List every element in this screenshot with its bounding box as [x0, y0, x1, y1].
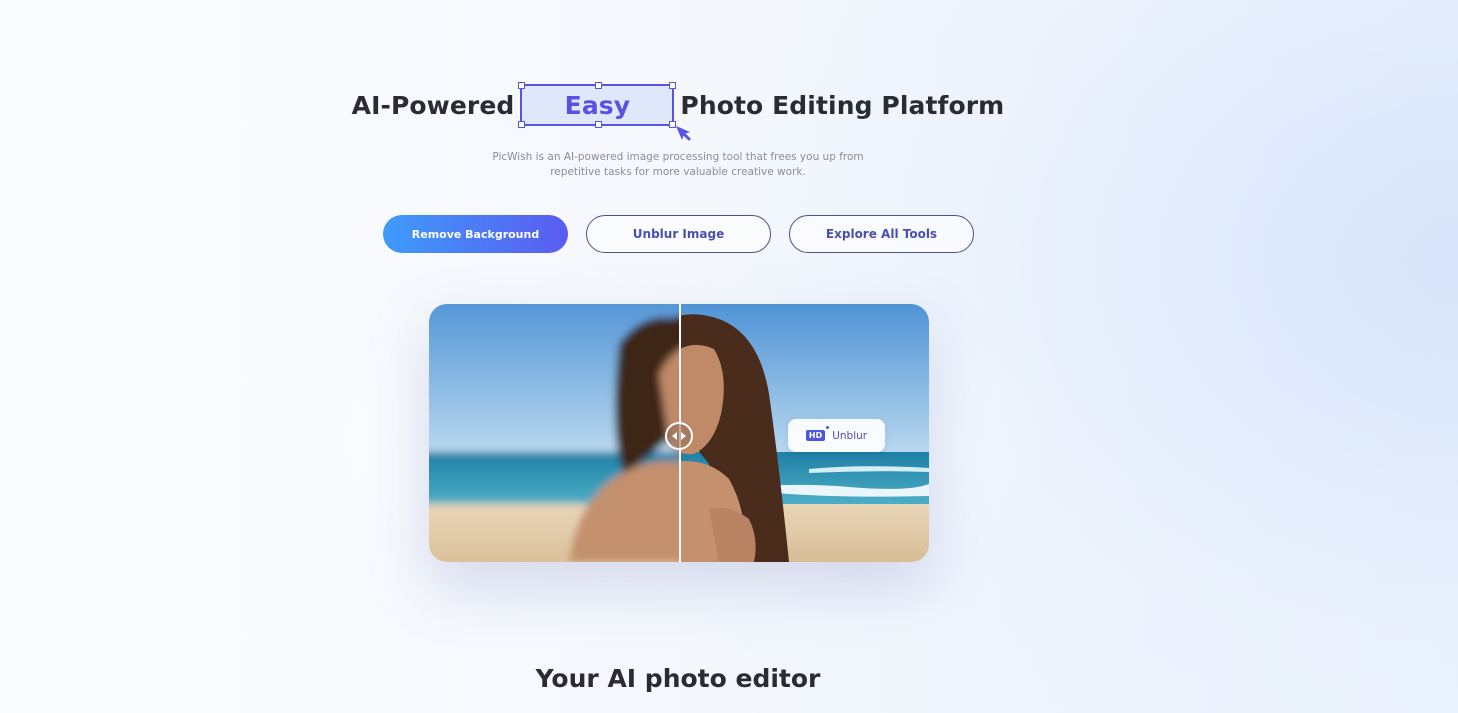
- resize-handle-top-center: [595, 82, 603, 89]
- comparison-slider-handle[interactable]: [665, 422, 693, 450]
- unblur-chip-label: Unblur: [832, 429, 868, 442]
- explore-all-tools-button[interactable]: Explore All Tools: [789, 215, 974, 253]
- cursor-pointer-icon: [676, 126, 691, 141]
- headline-highlight-word: Easy: [564, 90, 631, 120]
- section-title: Your AI photo editor: [535, 664, 821, 693]
- resize-handle-top-left: [518, 82, 526, 89]
- subtitle-line-2: repetitive tasks for more valuable creat…: [550, 166, 806, 178]
- resize-handle-bottom-center: [595, 121, 603, 128]
- resize-handle-bottom-left: [518, 121, 526, 128]
- hero-headline: AI-Powered Easy Photo Editing Platform: [0, 82, 1356, 141]
- left-right-arrows-icon: [672, 432, 686, 440]
- subtitle-line-1: PicWish is an AI-powered image processin…: [492, 151, 864, 163]
- before-after-preview[interactable]: HD Unblur: [429, 304, 929, 562]
- hd-badge: HD: [805, 426, 830, 441]
- page: AI-Powered Easy Photo Editing Platform P…: [0, 0, 1458, 713]
- hero-subtitle: PicWish is an AI-powered image processin…: [478, 150, 878, 180]
- headline-prefix: AI-Powered: [351, 90, 515, 120]
- unblur-chip[interactable]: HD Unblur: [788, 419, 885, 452]
- headline-highlight-box: Easy: [518, 82, 691, 141]
- remove-background-button[interactable]: Remove Background: [383, 215, 568, 253]
- headline-suffix: Photo Editing Platform: [680, 90, 1005, 120]
- unblur-image-button[interactable]: Unblur Image: [586, 215, 771, 253]
- resize-handle-top-right: [669, 82, 677, 89]
